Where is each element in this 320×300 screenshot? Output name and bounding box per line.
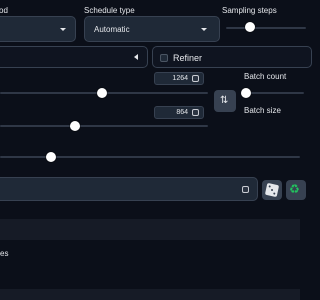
schedule-type-dropdown[interactable]: Automatic: [84, 16, 220, 42]
schedule-type-value: Automatic: [94, 25, 130, 34]
swap-dimensions-button[interactable]: ⇅: [214, 90, 236, 112]
cfg-scale-slider[interactable]: [46, 152, 56, 162]
dropdown-caret-icon: [201, 28, 207, 31]
width-stepper[interactable]: [192, 75, 199, 82]
batch-count-slider[interactable]: [241, 88, 252, 98]
seed-input[interactable]: [0, 177, 258, 201]
recycle-icon: ♻: [289, 182, 300, 196]
seed-stepper[interactable]: [242, 186, 249, 193]
sampling-steps-slider[interactable]: [245, 22, 255, 32]
cfg-scale-track[interactable]: [0, 156, 300, 158]
height-value: 864: [176, 109, 188, 116]
dropdown-caret-icon: [60, 28, 66, 31]
batch-count-label: Batch count: [244, 72, 287, 81]
height-track[interactable]: [0, 125, 208, 127]
schedule-type-label: Schedule type: [84, 6, 135, 15]
batch-count-track[interactable]: [244, 92, 304, 94]
sampling-steps-track[interactable]: [226, 27, 306, 29]
width-slider[interactable]: [96, 88, 107, 98]
hires-row[interactable]: [0, 46, 148, 68]
refiner-accordion[interactable]: Refiner: [152, 46, 312, 68]
batch-size-label: Batch size: [244, 106, 281, 115]
reuse-seed-button[interactable]: ♻: [286, 180, 306, 200]
sampling-method-label: od: [0, 6, 8, 15]
refiner-checkbox[interactable]: [160, 54, 168, 62]
partial-label: es: [0, 249, 9, 258]
height-slider[interactable]: [69, 121, 80, 131]
collapse-arrow-icon[interactable]: [134, 54, 138, 60]
random-seed-button[interactable]: [262, 180, 282, 200]
width-value: 1264: [172, 75, 188, 82]
height-stepper[interactable]: [192, 109, 199, 116]
dice-icon: [264, 182, 280, 198]
refiner-label: Refiner: [173, 53, 203, 63]
sampling-steps-label: Sampling steps: [222, 6, 277, 15]
bottom-panel: [0, 289, 300, 300]
sampling-method-dropdown[interactable]: [0, 16, 76, 42]
width-input[interactable]: 1264: [154, 72, 204, 85]
height-input[interactable]: 864: [154, 106, 204, 119]
swap-icon: ⇅: [220, 95, 229, 106]
collapsed-section-bar[interactable]: [0, 219, 300, 240]
